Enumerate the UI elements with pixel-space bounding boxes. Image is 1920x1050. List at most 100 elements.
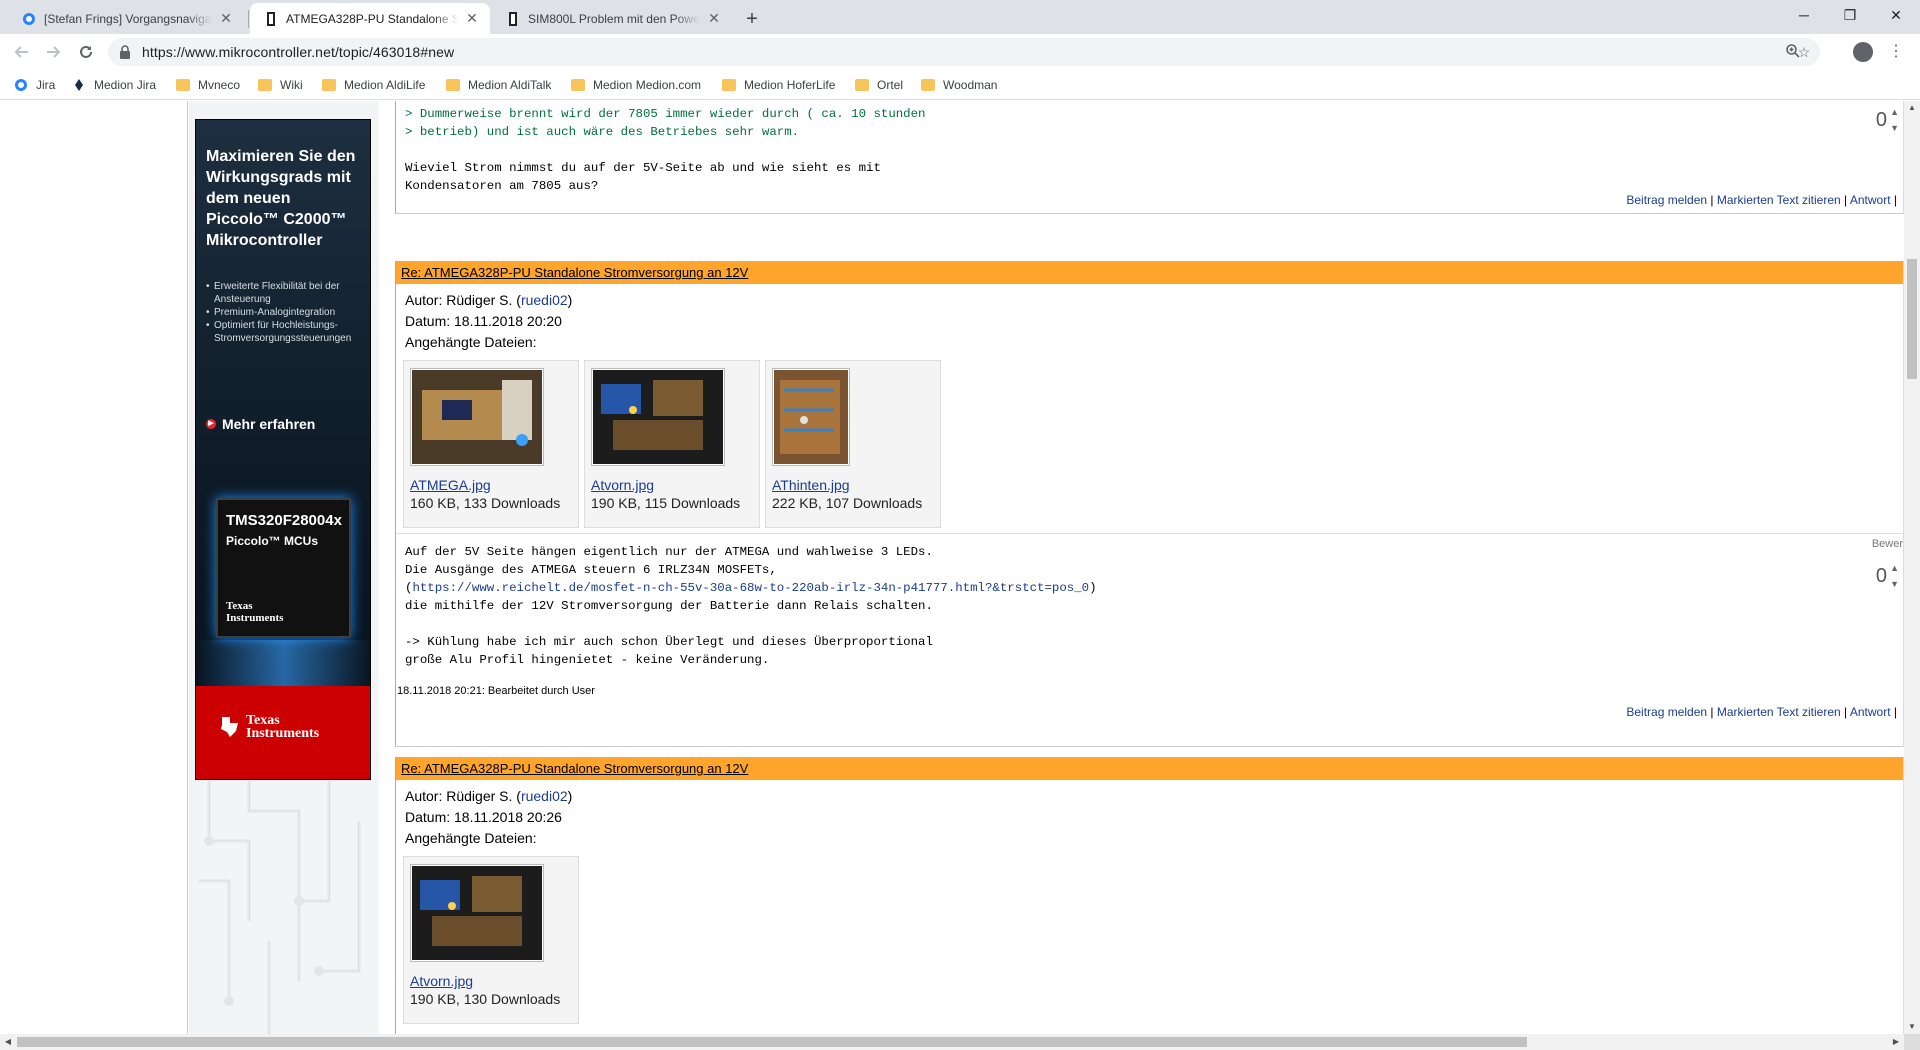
post-title-link[interactable]: Re: ATMEGA328P-PU Standalone Stromversor…	[401, 761, 748, 776]
bookmark-medion-hoferlife[interactable]: Medion HoferLife	[722, 76, 835, 94]
attachment-filename-link[interactable]: AThinten.jpg	[772, 476, 934, 494]
upvote-icon[interactable]: ▲	[1890, 107, 1899, 117]
reply-link[interactable]: Antwort	[1850, 705, 1891, 719]
quote-selected-link[interactable]: Markierten Text zitieren	[1717, 705, 1841, 719]
ad-bullet-list: Erweiterte Flexibilität bei der Ansteuer…	[206, 280, 370, 345]
downvote-icon[interactable]: ▼	[1890, 123, 1899, 133]
browser-toolbar: https://www.mikrocontroller.net/topic/46…	[0, 34, 1920, 70]
scroll-right-icon[interactable]: ▶	[1888, 1034, 1904, 1050]
address-bar[interactable]: https://www.mikrocontroller.net/topic/46…	[108, 38, 1820, 66]
bookmark-jira[interactable]: Jira	[14, 76, 55, 94]
left-margin	[0, 101, 188, 1034]
chip-brand-line: Texas	[226, 600, 253, 612]
bookmark-mvneco[interactable]: Mvneco	[176, 76, 240, 94]
author-suffix: )	[567, 292, 573, 308]
folder-icon	[322, 79, 336, 91]
post-date: Datum: 18.11.2018 20:20	[405, 313, 562, 329]
bookmark-medion-jira[interactable]: Medion Jira	[72, 76, 156, 94]
back-button[interactable]	[8, 38, 36, 66]
downvote-icon[interactable]: ▼	[1890, 579, 1899, 589]
folder-icon	[571, 79, 585, 91]
reload-icon	[80, 45, 92, 58]
mikrocontroller-icon	[264, 11, 278, 26]
tab-atmega[interactable]: ATMEGA328P-PU Standalone Stromversorgung…	[250, 3, 490, 34]
upvote-icon[interactable]: ▲	[1890, 563, 1899, 573]
attachments-label: Angehängte Dateien:	[405, 334, 537, 350]
bookmark-wiki[interactable]: Wiki	[258, 76, 303, 94]
bookmark-medion-alditalk[interactable]: Medion AldiTalk	[446, 76, 551, 94]
menu-icon[interactable]: ⋮	[1886, 38, 1906, 66]
folder-icon	[921, 79, 935, 91]
ti-advertisement[interactable]: Maximieren Sie den Wirkungsgrads mit dem…	[195, 119, 371, 780]
scroll-up-icon[interactable]: ▲	[1904, 101, 1920, 115]
quote-selected-link[interactable]: Markierten Text zitieren	[1717, 193, 1841, 207]
minimize-button[interactable]: ─	[1782, 0, 1826, 30]
body-line: Wieviel Strom nimmst du auf der 5V-Seite…	[405, 161, 881, 175]
rating-label: Bewer	[1871, 538, 1903, 550]
attachment-thumbnail[interactable]	[772, 368, 850, 466]
restore-button[interactable]: ❐	[1828, 0, 1872, 30]
bookmark-medion-aldilife[interactable]: Medion AldiLife	[322, 76, 425, 94]
attachment-filename-link[interactable]: Atvorn.jpg	[591, 476, 753, 494]
chip-image: TMS320F28004x Piccolo™ MCUs Texas Instru…	[216, 498, 351, 638]
attachment-filename-link[interactable]: Atvorn.jpg	[410, 972, 572, 990]
post-title-link[interactable]: Re: ATMEGA328P-PU Standalone Stromversor…	[401, 265, 748, 280]
author-username-link[interactable]: ruedi02	[521, 292, 568, 308]
scrollbar-thumb[interactable]	[1907, 259, 1917, 379]
star-icon[interactable]: ☆	[1795, 43, 1813, 61]
author-username-link[interactable]: ruedi02	[521, 788, 568, 804]
reload-button[interactable]	[72, 38, 100, 66]
scroll-down-icon[interactable]: ▼	[1904, 1020, 1920, 1034]
post: Re: ATMEGA328P-PU Standalone Stromversor…	[395, 261, 1904, 747]
forward-button[interactable]	[39, 38, 67, 66]
post-actions: Beitrag melden | Markierten Text zitiere…	[1626, 705, 1897, 719]
tab-sim800l[interactable]: SIM800L Problem mit den Power ✕	[492, 3, 732, 34]
attachment[interactable]: Atvorn.jpg 190 KB, 130 Downloads	[403, 856, 579, 1024]
report-post-link[interactable]: Beitrag melden	[1626, 193, 1707, 207]
attachment-thumbnail[interactable]	[591, 368, 725, 466]
horizontal-scrollbar[interactable]: ◀ ▶	[0, 1034, 1904, 1050]
attachment[interactable]: Atvorn.jpg 190 KB, 115 Downloads	[584, 360, 760, 528]
post-divider	[396, 533, 1904, 534]
bookmark-ortel[interactable]: Ortel	[855, 76, 903, 94]
attachment[interactable]: ATMEGA.jpg 160 KB, 133 Downloads	[403, 360, 579, 528]
circuit-pattern	[199, 781, 361, 1034]
tab-jira[interactable]: [Stefan Frings] Vorgangsnavigator ✕	[8, 3, 244, 34]
lock-icon	[120, 45, 130, 59]
chip-name: TMS320F28004x	[226, 512, 342, 529]
quote-line: > betrieb) und ist auch wäre des Betrieb…	[405, 125, 800, 139]
close-icon[interactable]: ✕	[464, 10, 480, 27]
report-post-link[interactable]: Beitrag melden	[1626, 705, 1707, 719]
post-body[interactable]: Auf der 5V Seite hängen eigentlich nur d…	[405, 543, 1097, 669]
separator: |	[1893, 193, 1897, 207]
edit-note: 18.11.2018 20:21: Bearbeitet durch User	[397, 685, 595, 697]
bookmark-medion-com[interactable]: Medion Medion.com	[571, 76, 701, 94]
ti-logo: Texas Instruments	[218, 714, 319, 741]
attachment-thumbnail[interactable]	[410, 864, 544, 962]
scrollbar-thumb[interactable]	[17, 1037, 1527, 1047]
bookmark-label: Wiki	[280, 78, 303, 92]
post-body[interactable]: > Dummerweise brennt wird der 7805 immer…	[405, 105, 926, 195]
new-tab-button[interactable]: +	[738, 6, 766, 34]
close-icon[interactable]: ✕	[706, 10, 722, 27]
attachment-filename-link[interactable]: ATMEGA.jpg	[410, 476, 572, 494]
close-icon[interactable]: ✕	[218, 10, 234, 27]
vertical-scrollbar[interactable]: ▲ ▼	[1904, 101, 1920, 1034]
attachment[interactable]: AThinten.jpg 222 KB, 107 Downloads	[765, 360, 941, 528]
folder-icon	[446, 79, 460, 91]
bookmark-label: Ortel	[877, 78, 904, 92]
post-title-bar: Re: ATMEGA328P-PU Standalone Stromversor…	[396, 261, 1903, 284]
ad-footer: Texas Instruments	[196, 686, 370, 779]
ad-cta-label: Mehr erfahren	[222, 416, 316, 432]
reply-link[interactable]: Antwort	[1850, 193, 1891, 207]
bookmark-woodman[interactable]: Woodman	[921, 76, 997, 94]
scroll-left-icon[interactable]: ◀	[0, 1034, 16, 1050]
tab-strip: [Stefan Frings] Vorgangsnavigator ✕ ATME…	[0, 0, 1920, 34]
attachment-thumbnail[interactable]	[410, 368, 544, 466]
ad-learn-more-link[interactable]: ▶ Mehr erfahren	[206, 416, 315, 432]
bookmark-label: Medion Medion.com	[593, 78, 702, 92]
profile-icon[interactable]	[1853, 42, 1873, 62]
reichelt-link[interactable]: https://www.reichelt.de/mosfet-n-ch-55v-…	[412, 581, 1089, 595]
post-author: Autor: Rüdiger S. (ruedi02)	[405, 788, 1903, 805]
close-window-button[interactable]: ✕	[1874, 0, 1918, 30]
